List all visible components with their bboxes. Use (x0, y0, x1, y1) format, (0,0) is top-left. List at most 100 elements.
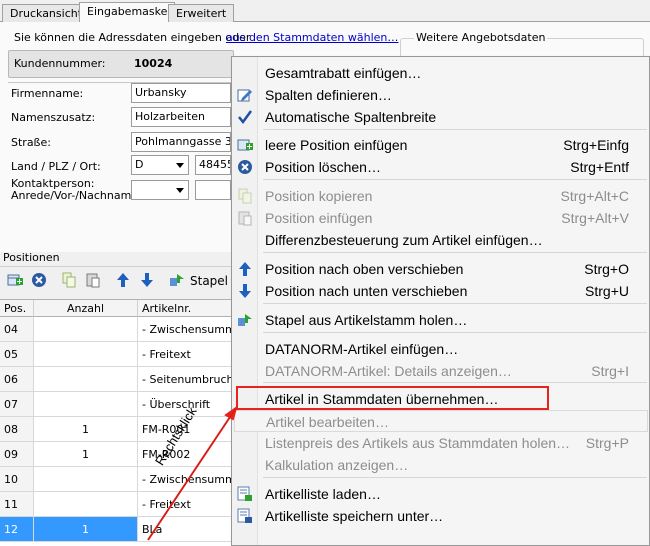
menu-item-shortcut: Strg+Alt+V (561, 210, 629, 226)
menu-item-listenpreis-des-artikels-aus-stammdaten-holen[interactable]: Listenpreis des Artikels aus Stammdaten … (234, 432, 648, 454)
firm-name-input[interactable]: Urbansky (131, 83, 231, 103)
context-menu: Gesamtrabatt einfügen… Spalten definieren… (231, 56, 650, 546)
tab-erweitert[interactable]: Erweitert (168, 4, 235, 23)
chevron-down-icon[interactable] (176, 163, 184, 168)
street-input[interactable]: Pohlmanngasse 35 (131, 132, 231, 152)
menu-item-position-nach-oben-verschieben[interactable]: Position nach oben verschieben Strg+O (234, 258, 648, 280)
name-suffix-input[interactable]: Holzarbeiten (131, 107, 231, 127)
customer-number-label: Kundennummer: (14, 57, 106, 70)
menu-item-shortcut: Strg+P (585, 435, 629, 451)
menu-item-label: Position löschen… (265, 159, 381, 175)
menu-item-shortcut: Strg+O (584, 261, 629, 277)
menu-item-label: Position nach unten verschieben (265, 283, 468, 299)
table-cell-artikelnr[interactable]: - Freitext (138, 342, 232, 366)
checkmark-icon (237, 109, 253, 125)
menu-separator (263, 179, 647, 180)
menu-separator (263, 382, 647, 383)
menu-item-label: Gesamtrabatt einfügen… (265, 65, 422, 81)
menu-item-label: Artikelliste laden… (265, 486, 381, 502)
table-cell-artikelnr[interactable]: - Seitenumbruch (138, 367, 232, 391)
menu-item-artikelliste-speichern-unter[interactable]: Artikelliste speichern unter… (234, 505, 648, 527)
table-cell-anzahl[interactable] (34, 492, 138, 516)
delete-icon (237, 159, 253, 175)
table-row[interactable]: 06 - Seitenumbruch (0, 367, 232, 392)
stack-import-icon (237, 312, 253, 328)
arrow-down-icon[interactable] (138, 271, 156, 289)
table-cell-pos[interactable]: 07 (0, 392, 34, 416)
choose-from-master-data-link[interactable]: aus den Stammdaten wählen… (226, 31, 398, 44)
arrow-down-icon (237, 283, 253, 299)
menu-item-automatische-spaltenbreite[interactable]: Automatische Spaltenbreite (234, 106, 648, 128)
table-cell-anzahl[interactable]: 1 (34, 517, 138, 541)
menu-item-label: Artikelliste speichern unter… (265, 508, 444, 524)
table-cell-pos[interactable]: 05 (0, 342, 34, 366)
menu-separator (263, 129, 647, 130)
table-cell-pos[interactable]: 10 (0, 467, 34, 491)
table-cell-anzahl[interactable] (34, 392, 138, 416)
menu-item-position-nach-unten-verschieben[interactable]: Position nach unten verschieben Strg+U (234, 280, 648, 302)
menu-item-position-kopieren[interactable]: Position kopieren Strg+Alt+C (234, 185, 648, 207)
column-header-anzahl[interactable]: Anzahl (34, 300, 138, 317)
table-cell-artikelnr[interactable]: - Zwischensumme (138, 317, 232, 341)
menu-item-artikelliste-laden[interactable]: Artikelliste laden… (234, 483, 648, 505)
offer-data-title: Weitere Angebotsdaten (414, 31, 548, 44)
table-row[interactable]: 04 - Zwischensumme (0, 317, 232, 342)
table-cell-pos[interactable]: 06 (0, 367, 34, 391)
menu-item-stapel-aus-artikelstamm-holen[interactable]: Stapel aus Artikelstamm holen… (234, 309, 648, 331)
address-hint: Sie können die Adressdaten eingeben oder (14, 31, 251, 44)
table-cell-pos[interactable]: 08 (0, 417, 34, 441)
table-cell-anzahl[interactable] (34, 367, 138, 391)
firm-name-label: Firmenname: (11, 87, 84, 100)
menu-item-spalten-definieren[interactable]: Spalten definieren… (234, 84, 648, 106)
table-cell-pos[interactable]: 09 (0, 442, 34, 466)
menu-item-artikel-bearbeiten[interactable]: Artikel bearbeiten… (234, 410, 648, 432)
table-cell-anzahl[interactable]: 1 (34, 417, 138, 441)
stack-import-icon[interactable] (168, 271, 186, 289)
salutation-select[interactable] (131, 180, 189, 200)
positions-title: Positionen (3, 251, 60, 264)
country-value: D (135, 158, 144, 171)
menu-item-label: Listenpreis des Artikels aus Stammdaten … (265, 435, 571, 451)
menu-item-label: Artikel bearbeiten… (266, 414, 389, 430)
arrow-up-icon[interactable] (114, 271, 132, 289)
menu-item-shortcut: Strg+I (591, 363, 629, 379)
zip-input[interactable]: 48455 (195, 155, 231, 175)
tab-druckansicht[interactable]: Druckansicht (2, 4, 91, 23)
delete-icon[interactable] (30, 271, 48, 289)
menu-item-position-löschen[interactable]: Position löschen… Strg+Entf (234, 156, 648, 178)
column-header-pos[interactable]: Pos. (0, 300, 34, 317)
name-suffix-label: Namenszusatz: (11, 111, 96, 124)
menu-item-gesamtrabatt-einfügen[interactable]: Gesamtrabatt einfügen… (234, 62, 648, 84)
first-name-input[interactable] (195, 180, 231, 200)
paste-icon[interactable] (84, 271, 102, 289)
menu-separator (263, 477, 647, 478)
copy-icon[interactable] (60, 271, 78, 289)
menu-item-leere-position-einfügen[interactable]: leere Position einfügen Strg+Einfg (234, 134, 648, 156)
table-cell-anzahl[interactable]: 1 (34, 442, 138, 466)
menu-item-kalkulation-anzeigen[interactable]: Kalkulation anzeigen… (234, 454, 648, 476)
customer-number-value: 10024 (134, 57, 173, 70)
column-header-artikelnr[interactable]: Artikelnr. (138, 300, 232, 317)
table-cell-anzahl[interactable] (34, 467, 138, 491)
table-row[interactable]: 05 - Freitext (0, 342, 232, 367)
country-select[interactable]: D (131, 155, 189, 175)
add-row-icon (237, 137, 253, 153)
menu-item-differenzbesteuerung-zum-artikel-einfügen[interactable]: Differenzbesteuerung zum Artikel einfüge… (234, 229, 648, 251)
table-cell-pos[interactable]: 11 (0, 492, 34, 516)
country-zip-city-label: Land / PLZ / Ort: (11, 160, 101, 173)
contact-sub-label: Anrede/Vor-/Nachname (11, 189, 139, 202)
tab-eingabemaske[interactable]: Eingabemaske (79, 2, 176, 23)
table-cell-pos[interactable]: 04 (0, 317, 34, 341)
menu-item-datanorm-artikel-details-anzeigen[interactable]: DATANORM-Artikel: Details anzeigen… Strg+… (234, 360, 648, 382)
menu-item-datanorm-artikel-einfügen[interactable]: DATANORM-Artikel einfügen… (234, 338, 648, 360)
add-row-icon[interactable] (6, 271, 24, 289)
menu-item-position-einfügen[interactable]: Position einfügen Strg+Alt+V (234, 207, 648, 229)
menu-separator (263, 332, 647, 333)
chevron-down-icon[interactable] (176, 188, 184, 193)
menu-item-label: Differenzbesteuerung zum Artikel einfüge… (265, 232, 543, 248)
menu-item-label: DATANORM-Artikel: Details anzeigen… (265, 363, 512, 379)
table-cell-anzahl[interactable] (34, 317, 138, 341)
paste-icon (237, 210, 253, 226)
table-cell-pos[interactable]: 12 (0, 517, 34, 541)
table-cell-anzahl[interactable] (34, 342, 138, 366)
